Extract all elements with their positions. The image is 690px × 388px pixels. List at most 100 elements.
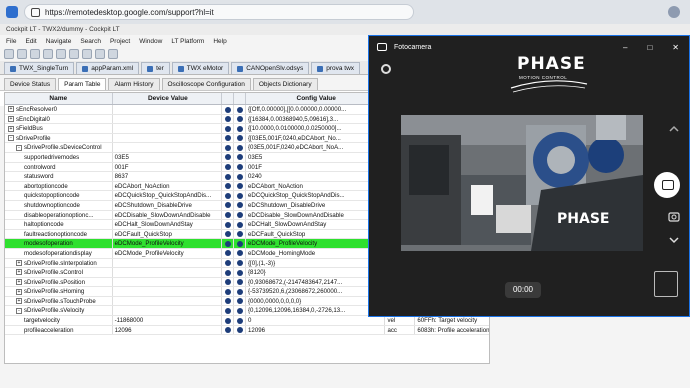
write-arrow-icon[interactable] — [237, 250, 244, 257]
device-value-cell[interactable] — [113, 277, 223, 287]
read-arrow-icon[interactable] — [225, 221, 232, 228]
config-value-cell[interactable]: {[10.0000,0.0100000,0.0250000]... — [246, 124, 386, 133]
device-value-cell[interactable] — [113, 287, 223, 296]
read-arrow-icon[interactable] — [225, 279, 232, 286]
device-value-cell[interactable]: eDCMode_ProfileVelocity — [113, 248, 223, 258]
read-arrow-icon[interactable] — [225, 298, 232, 305]
device-value-cell[interactable] — [113, 306, 223, 316]
menu-item[interactable]: Navigate — [46, 38, 72, 45]
config-value-cell[interactable]: {[16384,0.00368940,5,09616],3... — [246, 114, 386, 124]
read-arrow-icon[interactable] — [225, 317, 232, 324]
menu-item[interactable]: Edit — [25, 38, 36, 45]
expand-icon[interactable]: + — [16, 259, 22, 266]
run-icon[interactable] — [69, 49, 79, 59]
write-arrow-icon[interactable] — [237, 212, 244, 219]
device-value-cell[interactable]: eDCDisable_SlowDownAndDisable — [113, 210, 223, 220]
write-arrow-icon[interactable] — [237, 125, 244, 132]
menu-item[interactable]: File — [6, 38, 16, 45]
device-value-cell[interactable]: -11868000 — [113, 316, 223, 325]
write-arrow-icon[interactable] — [237, 307, 244, 314]
table-row[interactable]: targetvelocity -11868000 0 vel 60FFh: Target… — [5, 316, 489, 326]
menu-item[interactable]: Search — [80, 38, 101, 45]
expand-icon[interactable]: + — [8, 125, 14, 132]
video-record-button[interactable] — [654, 172, 680, 198]
menu-item[interactable]: Window — [139, 38, 162, 45]
read-arrow-icon[interactable] — [225, 260, 232, 266]
config-value-cell[interactable]: {8120} — [246, 268, 386, 277]
device-value-cell[interactable] — [113, 114, 223, 124]
config-value-cell[interactable]: {[0],(1,-3)} — [246, 258, 386, 268]
write-arrow-icon[interactable] — [237, 154, 244, 161]
config-value-cell[interactable]: {0000,0000,0,0,0,0} — [246, 296, 386, 306]
device-value-cell[interactable] — [113, 124, 223, 133]
config-value-cell[interactable]: eDCShutdown_DisableDrive — [246, 200, 386, 210]
config-value-cell[interactable]: eDCMode_ProfileVelocity — [246, 239, 386, 248]
read-arrow-icon[interactable] — [225, 106, 232, 113]
config-value-cell[interactable]: 0 — [246, 316, 386, 325]
column-header-config-value[interactable]: Config Value — [246, 93, 386, 104]
read-arrow-icon[interactable] — [225, 240, 232, 247]
search-icon[interactable] — [95, 49, 105, 59]
editor-tab[interactable]: ter — [141, 62, 170, 74]
write-arrow-icon[interactable] — [237, 106, 244, 113]
write-arrow-icon[interactable] — [237, 269, 244, 276]
device-value-cell[interactable]: eDCMode_ProfileVelocity — [113, 239, 223, 248]
device-value-cell[interactable] — [113, 258, 223, 268]
photo-mode-icon[interactable] — [667, 209, 681, 223]
expand-icon[interactable]: + — [8, 115, 14, 122]
read-arrow-icon[interactable] — [225, 307, 232, 314]
config-value-cell[interactable]: eDCAbort_NoAction — [246, 181, 386, 191]
editor-tab[interactable]: appParam.xml — [76, 62, 140, 74]
expand-icon[interactable]: + — [16, 279, 22, 286]
editor-tab[interactable]: TWX_SingleTurn — [4, 62, 75, 74]
read-arrow-icon[interactable] — [225, 154, 232, 161]
device-value-cell[interactable] — [113, 296, 223, 306]
chevron-down-icon[interactable] — [667, 233, 681, 247]
collapse-icon[interactable]: - — [8, 135, 14, 142]
write-arrow-icon[interactable] — [237, 116, 244, 123]
profile-icon[interactable] — [668, 6, 680, 18]
write-arrow-icon[interactable] — [237, 164, 244, 171]
read-arrow-icon[interactable] — [225, 288, 232, 295]
config-value-cell[interactable]: {[03E5,001F,0240,eDCAbort_No... — [246, 133, 386, 143]
config-value-cell[interactable]: eDCDisable_SlowDownAndDisable — [246, 210, 386, 220]
read-arrow-icon[interactable] — [225, 125, 232, 132]
config-value-cell[interactable]: eDCMode_HomingMode — [246, 248, 386, 258]
disconnect-icon[interactable] — [56, 49, 66, 59]
write-arrow-icon[interactable] — [237, 260, 244, 266]
menu-item[interactable]: Project — [110, 38, 130, 45]
maximize-icon[interactable]: □ — [647, 43, 652, 52]
back-icon[interactable] — [108, 49, 118, 59]
subtab[interactable]: Param Table — [58, 78, 107, 90]
write-arrow-icon[interactable] — [237, 202, 244, 209]
subtab[interactable]: Oscilloscope Configuration — [161, 78, 251, 90]
expand-icon[interactable]: + — [16, 298, 22, 305]
read-arrow-icon[interactable] — [225, 327, 232, 334]
config-value-cell[interactable]: {03E5,001F,0240,eDCAbort_NoA... — [246, 143, 386, 152]
write-arrow-icon[interactable] — [237, 317, 244, 324]
device-value-cell[interactable]: 12096 — [113, 325, 223, 335]
write-arrow-icon[interactable] — [237, 183, 244, 190]
gallery-thumbnail[interactable] — [654, 271, 678, 297]
collapse-icon[interactable]: - — [16, 307, 22, 314]
read-arrow-icon[interactable] — [225, 164, 232, 171]
device-value-cell[interactable]: 8637 — [113, 172, 223, 181]
chevron-up-icon[interactable] — [667, 122, 681, 136]
write-arrow-icon[interactable] — [237, 192, 244, 199]
config-value-cell[interactable]: {0,12096,12096,16384,0,-2726,13... — [246, 306, 386, 316]
subtab[interactable]: Alarm History — [108, 78, 160, 90]
config-value-cell[interactable]: {[Off,0.00000],[[0.0.00000,0.00000... — [246, 105, 386, 114]
config-value-cell[interactable]: 12096 — [246, 325, 386, 335]
collapse-icon[interactable]: - — [16, 144, 22, 151]
connect-icon[interactable] — [43, 49, 53, 59]
device-value-cell[interactable] — [113, 143, 223, 152]
write-arrow-icon[interactable] — [237, 144, 244, 151]
address-bar[interactable]: https://remotedesktop.google.com/support… — [24, 4, 414, 20]
expand-icon[interactable]: + — [16, 269, 22, 276]
stop-icon[interactable] — [82, 49, 92, 59]
write-arrow-icon[interactable] — [237, 288, 244, 295]
device-value-cell[interactable]: 001F — [113, 162, 223, 172]
device-value-cell[interactable]: eDCFault_QuickStop — [113, 229, 223, 239]
menu-item[interactable]: Help — [213, 38, 226, 45]
read-arrow-icon[interactable] — [225, 116, 232, 123]
